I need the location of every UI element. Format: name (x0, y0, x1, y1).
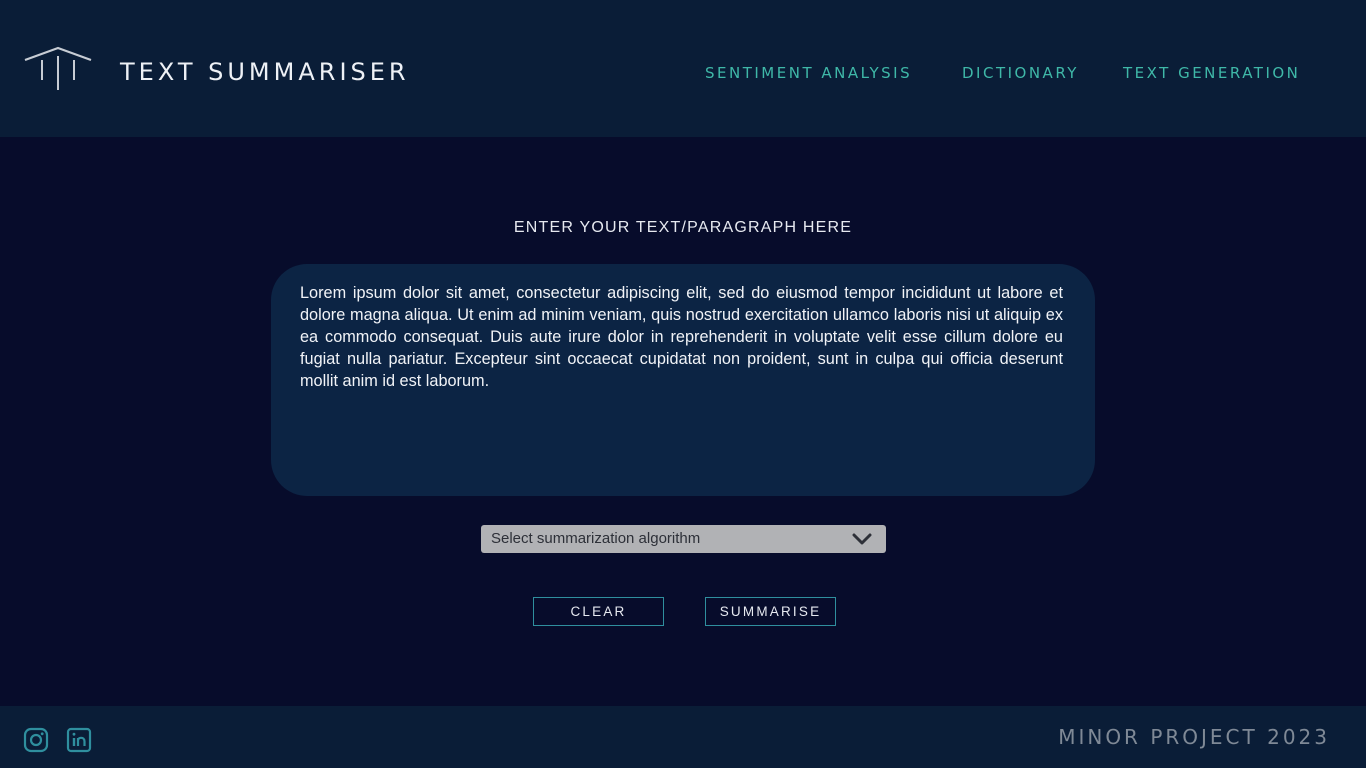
linkedin-icon[interactable] (66, 727, 92, 753)
footer-bar: MINOR PROJECT 2023 (0, 706, 1366, 768)
footer-project-label: MINOR PROJECT 2023 (1058, 725, 1330, 749)
chevron-down-icon (852, 533, 872, 545)
input-prompt-label: ENTER YOUR TEXT/PARAGRAPH HERE (513, 219, 853, 236)
instagram-icon[interactable] (23, 727, 49, 753)
summarise-button[interactable]: SUMMARISE (705, 597, 836, 626)
algorithm-select-value: Select summarization algorithm (491, 530, 701, 547)
top-nav: SENTIMENT ANALYSIS DICTIONARY TEXT GENER… (0, 63, 1366, 83)
main-content: ENTER YOUR TEXT/PARAGRAPH HERE Lorem ips… (0, 137, 1366, 706)
nav-link-text-generation[interactable]: TEXT GENERATION (1123, 63, 1300, 83)
clear-button[interactable]: CLEAR (533, 597, 664, 626)
nav-link-sentiment-analysis[interactable]: SENTIMENT ANALYSIS (705, 63, 912, 83)
text-input-area[interactable]: Lorem ipsum dolor sit amet, consectetur … (271, 264, 1095, 496)
algorithm-select[interactable]: Select summarization algorithm (481, 525, 886, 553)
nav-link-dictionary[interactable]: DICTIONARY (962, 63, 1079, 83)
header-bar: TEXT SUMMARISER SENTIMENT ANALYSIS DICTI… (0, 0, 1366, 137)
